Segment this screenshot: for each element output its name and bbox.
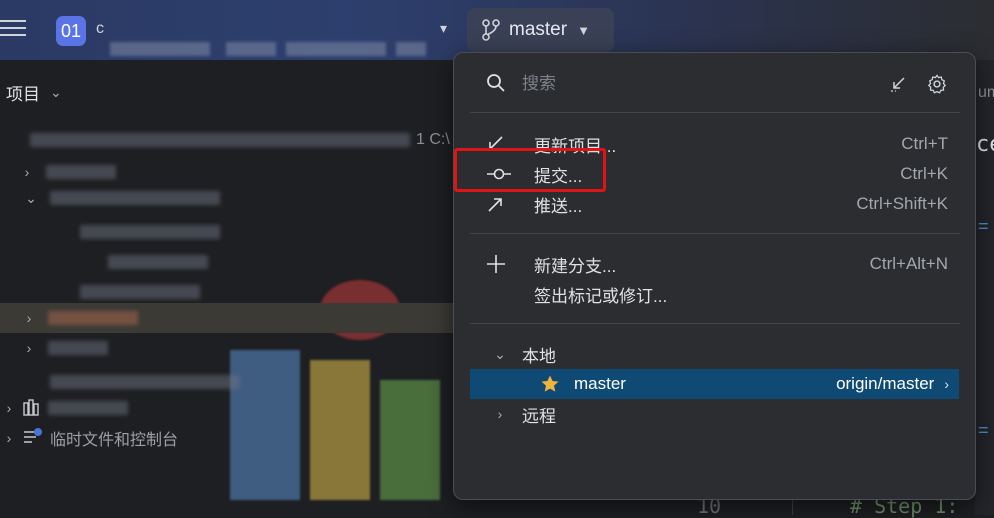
redacted-text (396, 42, 426, 56)
collapse-icon[interactable] (888, 74, 908, 94)
chevron-down-icon: ⌄ (50, 84, 62, 100)
action-label: 新建分支... (534, 256, 617, 276)
tree-row-scratches[interactable]: › 临时文件和控制台 (0, 426, 178, 450)
redacted-text (226, 42, 276, 56)
local-branches-group[interactable]: ⌄ 本地 (470, 339, 960, 369)
separator (470, 233, 960, 234)
branch-name: master (574, 374, 626, 393)
tree-row[interactable]: › (0, 306, 138, 330)
project-panel-header[interactable]: 项目 ⌄ (6, 80, 62, 105)
redacted-text (46, 165, 116, 179)
chevron-right-icon: › (6, 400, 12, 416)
tree-row-root[interactable]: 1 C:\ (0, 128, 450, 152)
tree-row[interactable]: › (0, 160, 116, 184)
chevron-right-icon: › (497, 406, 503, 422)
redacted-text (286, 42, 386, 56)
separator (470, 323, 960, 324)
push-arrow-icon (470, 193, 516, 215)
redacted-text (48, 401, 128, 415)
checkout-tag-action[interactable]: 签出标记或修订... (470, 279, 960, 309)
tree-row[interactable] (0, 220, 220, 244)
scratches-icon (24, 428, 42, 443)
redacted-text (80, 285, 200, 299)
tree-row[interactable] (0, 250, 208, 274)
chevron-down-icon[interactable]: ▾ (440, 20, 447, 37)
redacted-text (48, 311, 138, 325)
action-shortcut: Ctrl+Alt+N (869, 254, 948, 273)
redacted-text (110, 42, 210, 56)
project-name-text: c (96, 20, 104, 37)
scratches-label: 临时文件和控制台 (50, 432, 179, 449)
separator (470, 112, 960, 113)
tracking-branch: origin/master (836, 374, 935, 393)
redacted-text (30, 133, 410, 147)
branch-name: master (509, 19, 568, 40)
tree-row[interactable] (0, 280, 200, 304)
chevron-down-icon: ▼ (577, 22, 590, 38)
search-row (454, 65, 975, 101)
project-panel-title: 项目 (6, 85, 40, 104)
tree-row[interactable]: › (0, 336, 108, 360)
chevron-right-icon: › (26, 310, 32, 326)
title-bar: 01 c ▾ master ▼ (0, 0, 994, 60)
tree-root-path: 1 C:\ (416, 131, 450, 148)
action-label: 签出标记或修订... (534, 286, 668, 306)
plus-icon (470, 253, 516, 275)
chevron-right-icon: › (24, 164, 30, 180)
commit-icon (470, 163, 516, 185)
project-name[interactable]: c (96, 18, 426, 56)
editor-equals-fragment: = (978, 216, 989, 236)
redacted-text (108, 255, 208, 269)
redacted-text (48, 341, 108, 355)
editor-area (975, 60, 994, 515)
tree-row[interactable]: ⌄ (0, 186, 220, 210)
vcs-branch-widget[interactable]: master ▼ (467, 8, 614, 52)
gear-icon[interactable] (926, 73, 948, 95)
redacted-text (80, 225, 220, 239)
editor-equals-fragment: = (978, 420, 989, 440)
action-shortcut: Ctrl+Shift+K (856, 194, 948, 213)
star-icon (541, 375, 559, 392)
chevron-right-icon: › (6, 430, 12, 446)
redacted-text (50, 191, 220, 205)
new-branch-action[interactable]: 新建分支... Ctrl+Alt+N (470, 249, 960, 279)
action-label: 推送... (534, 196, 583, 216)
update-project-action[interactable]: 更新项目... Ctrl+T (470, 129, 960, 159)
chevron-down-icon: ⌄ (25, 189, 37, 206)
library-icon (23, 399, 39, 416)
chevron-down-icon: ⌄ (494, 345, 506, 362)
tree-row-external-libraries[interactable]: › (0, 396, 128, 420)
git-branch-icon (482, 19, 500, 41)
remote-branches-group[interactable]: › 远程 (470, 399, 960, 429)
commit-action[interactable]: 提交... Ctrl+K (470, 159, 960, 189)
push-action[interactable]: 推送... Ctrl+Shift+K (470, 189, 960, 219)
action-shortcut: Ctrl+K (900, 164, 948, 183)
tree-row[interactable] (0, 370, 240, 394)
project-badge[interactable]: 01 (56, 16, 86, 46)
chevron-right-icon: › (26, 340, 32, 356)
branch-item-master[interactable]: master origin/master › (470, 369, 959, 399)
editor-tab-fragment[interactable]: um (978, 84, 994, 102)
editor-text-fragment: ce (976, 132, 994, 157)
group-label: 远程 (522, 406, 556, 426)
git-branches-popup: 更新项目... Ctrl+T 提交... Ctrl+K 推送... Ctrl+S… (453, 52, 976, 500)
chevron-right-icon: › (944, 376, 949, 392)
redacted-text (50, 375, 240, 389)
update-arrow-icon (470, 133, 516, 155)
main-menu-icon[interactable] (0, 16, 26, 42)
action-label: 提交... (534, 166, 583, 186)
search-icon (487, 74, 505, 92)
group-label: 本地 (522, 346, 556, 366)
search-input[interactable] (520, 69, 854, 99)
action-label: 更新项目... (534, 136, 617, 156)
action-shortcut: Ctrl+T (901, 134, 948, 153)
